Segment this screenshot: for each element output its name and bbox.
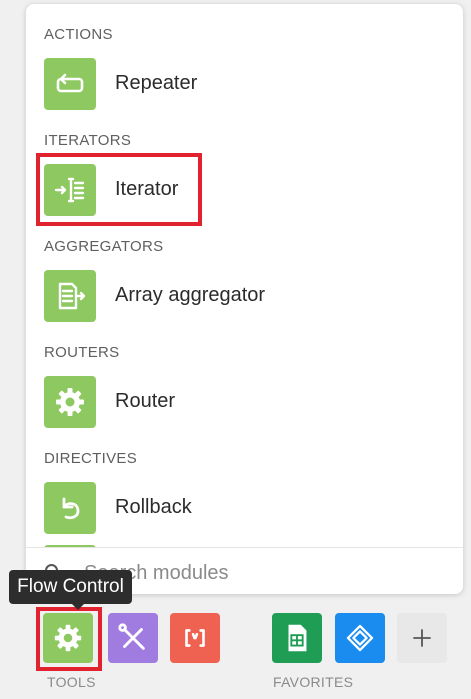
router-gear-icon xyxy=(44,376,96,428)
module-picker-panel: ACTIONS Repeater ITERATORS Iterator AGGR… xyxy=(26,4,463,594)
search-modules-input[interactable] xyxy=(82,558,426,588)
rollback-icon xyxy=(44,482,96,534)
module-label: Array aggregator xyxy=(115,284,266,306)
section-title-actions: ACTIONS xyxy=(44,26,113,43)
section-title-aggregators: AGGREGATORS xyxy=(44,238,164,255)
module-item-rollback[interactable]: Rollback xyxy=(44,482,444,534)
tooltip-text: Flow Control xyxy=(17,576,124,597)
module-item-router[interactable]: Router xyxy=(44,376,444,428)
brackets-icon xyxy=(185,629,205,647)
app-module-button[interactable] xyxy=(335,613,385,663)
flow-control-highlight-box xyxy=(36,607,102,671)
module-list[interactable]: ACTIONS Repeater ITERATORS Iterator AGGR… xyxy=(26,4,463,547)
flow-control-tooltip: Flow Control xyxy=(9,570,132,610)
section-title-directives: DIRECTIVES xyxy=(44,450,138,467)
tooltip-arrow xyxy=(72,604,84,610)
google-sheets-icon xyxy=(288,624,307,652)
module-item-array-aggregator[interactable]: Array aggregator xyxy=(44,270,444,322)
plus-icon xyxy=(413,629,431,647)
section-title-routers: ROUTERS xyxy=(44,344,120,361)
tools-group-label: TOOLS xyxy=(47,674,96,690)
google-sheets-button[interactable] xyxy=(272,613,322,663)
repeat-icon xyxy=(44,58,96,110)
iterator-highlight-box xyxy=(36,153,202,226)
array-aggregator-icon xyxy=(44,270,96,322)
module-label: Router xyxy=(115,390,176,412)
diamond-app-icon xyxy=(346,624,374,652)
module-item-repeater[interactable]: Repeater xyxy=(44,58,444,110)
favorites-group-label: FAVORITES xyxy=(273,674,354,690)
module-label: Repeater xyxy=(115,72,198,94)
tools-button[interactable] xyxy=(108,613,158,663)
section-title-iterators: ITERATORS xyxy=(44,132,132,149)
add-favorite-button[interactable] xyxy=(397,613,447,663)
wrench-screwdriver-icon xyxy=(118,623,145,650)
text-parser-button[interactable] xyxy=(170,613,220,663)
module-label: Rollback xyxy=(115,496,192,518)
